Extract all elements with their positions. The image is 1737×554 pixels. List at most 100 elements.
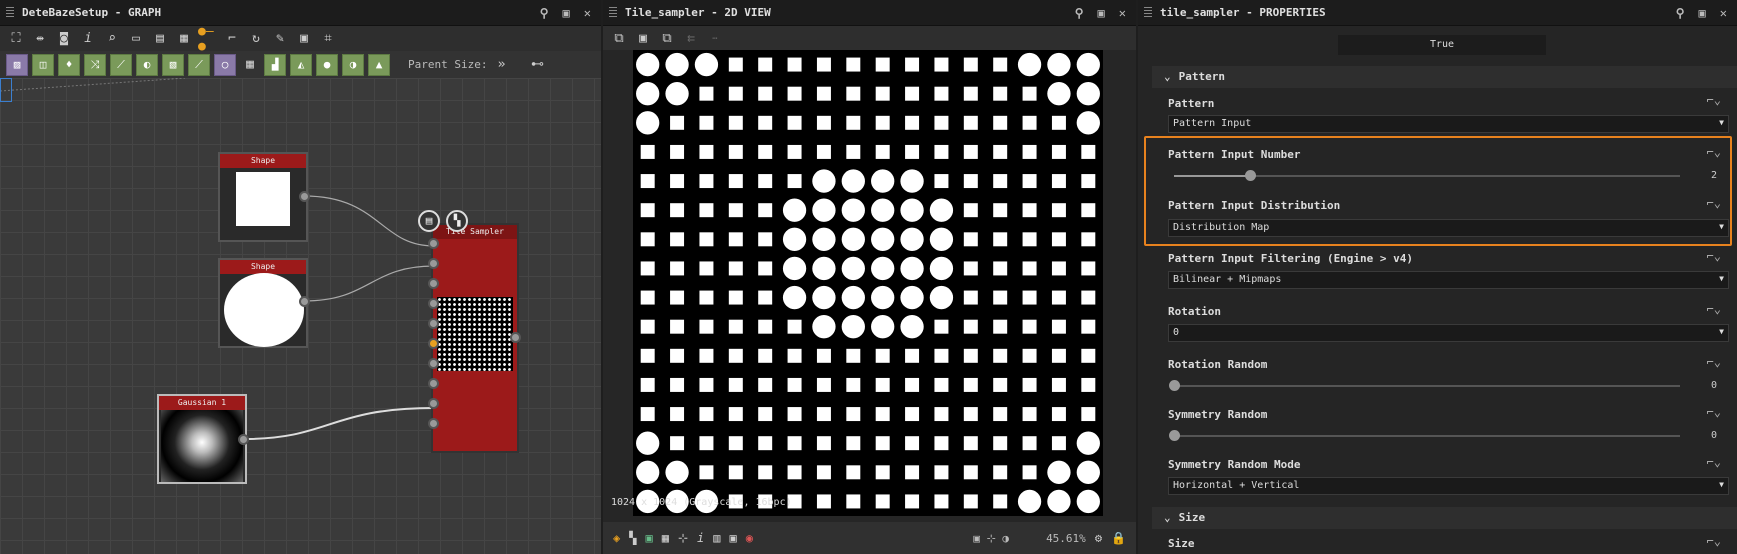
expose-icon[interactable]: ⌐⌄ <box>1707 145 1721 159</box>
curve-icon[interactable]: ⌐ <box>222 29 242 49</box>
color-icon[interactable]: ▣ <box>645 531 652 545</box>
paint-icon[interactable]: ◭ <box>290 53 312 76</box>
input-port[interactable] <box>428 358 439 369</box>
gradient-icon[interactable]: ⟋ <box>188 53 210 76</box>
color-wheel-icon[interactable]: ◉ <box>746 531 753 545</box>
grid-icon[interactable]: ▦ <box>240 55 260 75</box>
input-port[interactable] <box>428 418 439 429</box>
pin-icon[interactable]: ⚲ <box>1676 6 1685 20</box>
frame-node-icon[interactable]: ▤ <box>150 29 170 49</box>
copy-icon[interactable]: ⧉ <box>657 29 677 49</box>
expose-icon[interactable]: ⌐⌄ <box>1707 196 1721 210</box>
chevron-right-icon[interactable]: » <box>491 55 511 75</box>
frame-icon[interactable]: ⛶ <box>6 29 26 49</box>
refresh-icon[interactable]: ↻ <box>246 29 266 49</box>
input-port[interactable] <box>428 378 439 389</box>
slider-handle[interactable] <box>1169 430 1180 441</box>
rotation-random-slider[interactable] <box>1169 380 1680 391</box>
info-icon[interactable]: i <box>697 531 704 545</box>
pin-icon[interactable]: ⚲ <box>540 6 549 20</box>
expose-icon[interactable]: ⌐⌄ <box>1707 534 1721 548</box>
maximize-icon[interactable]: ▣ <box>1098 6 1105 20</box>
slider-handle[interactable] <box>1169 380 1180 391</box>
align-icon[interactable]: ⇹ <box>30 29 50 49</box>
input-port[interactable] <box>428 298 439 309</box>
drop-icon[interactable]: ♦ <box>58 53 80 76</box>
stack-icon[interactable]: ▦ <box>174 29 194 49</box>
checker-bg-icon[interactable]: ▚ <box>629 531 636 545</box>
pattern-input-distribution-select[interactable]: Distribution Map ▼ <box>1168 219 1729 237</box>
close-icon[interactable]: ✕ <box>584 6 591 20</box>
grid-icon[interactable]: ▦ <box>662 531 669 545</box>
input-port[interactable] <box>428 278 439 289</box>
close-icon[interactable]: ✕ <box>1119 6 1126 20</box>
pattern-input-number-value[interactable]: 2 <box>1711 170 1717 181</box>
document-icon[interactable]: ▤ <box>418 210 440 232</box>
histogram-icon[interactable]: ▥ <box>713 531 720 545</box>
slider-handle[interactable] <box>1244 170 1256 181</box>
export-icon[interactable]: ▣ <box>294 29 314 49</box>
grip-icon[interactable] <box>6 6 14 19</box>
graph-canvas[interactable]: Shape Shape Gaussian 1 Tile Sampler ▤ ▚ <box>0 78 601 554</box>
more-icon[interactable]: ⋯ <box>705 29 725 49</box>
info-icon[interactable]: i <box>78 29 98 49</box>
tile-sampler-node[interactable]: Tile Sampler <box>431 223 519 453</box>
bool-value-field[interactable]: True <box>1338 35 1546 55</box>
histogram-icon[interactable]: ▲ <box>368 53 390 76</box>
input-port-active[interactable] <box>428 338 439 349</box>
pattern-input-filtering-select[interactable]: Bilinear + Mipmaps ▼ <box>1168 271 1729 289</box>
shape-node-2[interactable]: Shape <box>218 258 308 348</box>
lock-icon[interactable]: 🔒 <box>1111 531 1126 545</box>
section-size[interactable]: ⌄ Size <box>1152 507 1737 529</box>
parent-size-label[interactable]: Parent Size: <box>408 58 487 71</box>
pattern-input-number-slider[interactable] <box>1174 170 1680 181</box>
comment-icon[interactable]: ▭ <box>126 29 146 49</box>
symmetry-random-value[interactable]: 0 <box>1711 430 1717 441</box>
expose-icon[interactable]: ⌐⌄ <box>1707 355 1721 369</box>
levels-icon[interactable]: ⟋ <box>110 53 132 76</box>
section-pattern[interactable]: ⌄ Pattern <box>1152 66 1737 88</box>
gaussian-node[interactable]: Gaussian 1 <box>157 394 247 484</box>
tools-icon[interactable]: ✎ <box>270 29 290 49</box>
bucket-icon[interactable]: ▟ <box>264 53 286 76</box>
rotation-random-value[interactable]: 0 <box>1711 380 1717 391</box>
blend-icon[interactable]: ◫ <box>32 53 54 76</box>
rotation-select[interactable]: 0 ▼ <box>1168 324 1729 342</box>
pattern-select[interactable]: Pattern Input ▼ <box>1168 115 1729 133</box>
output-port[interactable] <box>510 332 521 343</box>
grip-icon[interactable] <box>609 6 617 19</box>
tiling-icon[interactable]: ⊹ <box>678 531 688 545</box>
link-icon[interactable]: ●‒● <box>198 24 218 54</box>
grip-icon[interactable] <box>1144 6 1152 19</box>
search-icon[interactable]: ⌕ <box>102 29 122 49</box>
zoom-level[interactable]: 45.61% <box>1046 532 1086 545</box>
crop-icon[interactable]: ⌗ <box>318 29 338 49</box>
symmetry-random-mode-select[interactable]: Horizontal + Vertical ▼ <box>1168 477 1729 495</box>
save-icon[interactable]: ▣ <box>633 29 653 49</box>
checker-icon[interactable]: ▚ <box>446 210 468 232</box>
layers-icon[interactable]: ◈ <box>613 531 620 545</box>
expose-icon[interactable]: ⌐⌄ <box>1707 405 1721 419</box>
shape-node-1[interactable]: Shape <box>218 152 308 242</box>
shuffle-icon[interactable]: ⤨ <box>84 53 106 76</box>
settings-icon[interactable]: ⚙ <box>1095 531 1102 545</box>
maximize-icon[interactable]: ▣ <box>563 6 570 20</box>
circle-filter-icon[interactable]: ○ <box>214 53 236 76</box>
output-port[interactable] <box>299 191 310 202</box>
close-icon[interactable]: ✕ <box>1720 6 1727 20</box>
view-canvas[interactable] <box>603 50 1136 516</box>
expose-icon[interactable]: ⌐⌄ <box>1707 249 1721 263</box>
dots-filter-icon[interactable]: ● <box>316 53 338 76</box>
input-port[interactable] <box>428 238 439 249</box>
output-port[interactable] <box>299 296 310 307</box>
image-filter-icon[interactable]: ▨ <box>6 53 28 76</box>
symmetry-random-slider[interactable] <box>1169 430 1680 441</box>
fit-icon[interactable]: ▣ ⊹ ◑ <box>973 532 1009 545</box>
expose-icon[interactable]: ⌐⌄ <box>1707 93 1721 107</box>
output-port[interactable] <box>238 434 249 445</box>
expose-icon[interactable]: ⌐⌄ <box>1707 302 1721 316</box>
input-port[interactable] <box>428 318 439 329</box>
pin-icon[interactable]: ⚲ <box>1075 6 1084 20</box>
maximize-icon[interactable]: ▣ <box>1699 6 1706 20</box>
sphere-icon[interactable]: ◑ <box>342 53 364 76</box>
